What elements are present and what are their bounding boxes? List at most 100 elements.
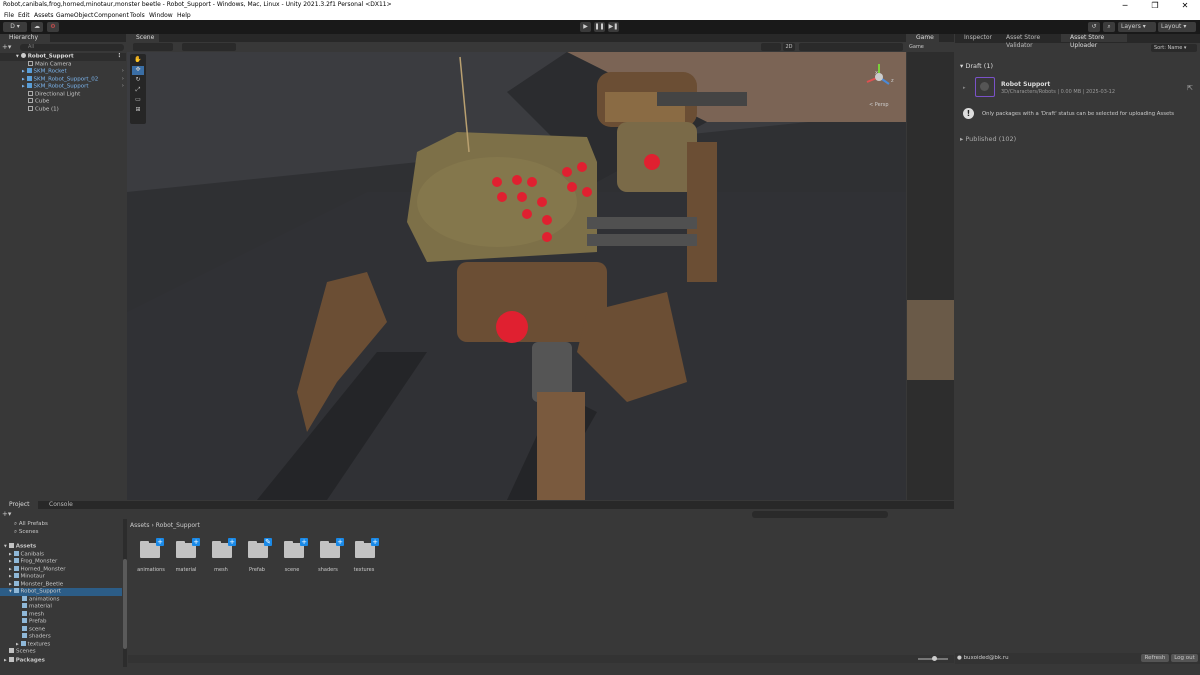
refresh-button[interactable]: Refresh: [1141, 654, 1169, 662]
favorite-item[interactable]: ⌕ Scenes: [14, 529, 38, 537]
tree-folder[interactable]: ▸ Canibals: [9, 550, 44, 559]
hierarchy-item[interactable]: Directional Light: [28, 90, 80, 99]
transform-tool-icon[interactable]: ⊞: [132, 106, 144, 115]
folder-textures[interactable]: +: [355, 538, 379, 558]
folder-shaders[interactable]: +: [320, 538, 344, 558]
tab-hierarchy[interactable]: Hierarchy: [0, 34, 50, 42]
breadcrumb-assets[interactable]: Assets: [130, 522, 150, 529]
tree-folder-selected[interactable]: ▾ Robot_Support: [0, 588, 122, 596]
scale-tool-icon[interactable]: ⤢: [132, 86, 144, 95]
menu-help[interactable]: Help: [177, 12, 191, 19]
project-add-icon[interactable]: +▾: [2, 510, 11, 518]
folder-material[interactable]: +: [176, 538, 200, 558]
tree-folder[interactable]: ▸ Minotaur: [9, 573, 45, 581]
menu-file[interactable]: File: [4, 12, 14, 19]
tab-scene[interactable]: Scene: [127, 34, 159, 42]
scene-viewport[interactable]: x z < Persp: [127, 52, 906, 500]
shading-mode-dropdown[interactable]: [761, 43, 781, 51]
zoom-slider-handle[interactable]: [932, 656, 937, 661]
prefab-icon: [26, 83, 32, 88]
hierarchy-panel: Hierarchy +▾ All ▾ Robot_Support ⋮ Main C…: [0, 34, 126, 500]
menu-gameobject[interactable]: GameObject: [56, 12, 93, 19]
step-button[interactable]: ▶❚: [608, 22, 619, 32]
tab-inspector[interactable]: Inspector: [955, 34, 997, 42]
pause-button[interactable]: ❚❚: [594, 22, 605, 32]
logout-button[interactable]: Log out: [1171, 654, 1198, 662]
hierarchy-item[interactable]: Cube (1): [28, 105, 59, 114]
gizmo-z-label: z: [891, 78, 894, 84]
hierarchy-item[interactable]: Main Camera: [28, 60, 71, 69]
folder-mesh[interactable]: +: [212, 538, 236, 558]
layout-dropdown[interactable]: Layout ▾: [1158, 22, 1196, 32]
2d-toggle[interactable]: 2D: [783, 43, 795, 51]
hierarchy-item[interactable]: ▸ SKM_Rocket ›: [22, 68, 126, 76]
tree-subfolder[interactable]: mesh: [22, 610, 44, 619]
search-icon[interactable]: ⌕: [1103, 22, 1115, 32]
scene-view-options[interactable]: [799, 43, 903, 51]
game-viewport: [907, 52, 954, 500]
tree-subfolder[interactable]: animations: [22, 595, 60, 604]
game-display-dropdown[interactable]: Game: [909, 44, 951, 51]
expand-chevron-icon[interactable]: ▸: [963, 85, 966, 91]
favorite-item[interactable]: ⌕ All Prefabs: [14, 521, 48, 529]
hierarchy-item[interactable]: ▸ SKM_Robot_Support_02 ›: [22, 75, 126, 84]
hand-tool-icon[interactable]: ✋: [132, 56, 144, 65]
grid-snap-controls[interactable]: [182, 43, 236, 51]
tree-folder[interactable]: ▸ Horned_Monster: [9, 565, 66, 574]
tree-subfolder[interactable]: Prefab: [22, 618, 47, 626]
move-tool-icon[interactable]: ✥: [132, 66, 144, 75]
draft-header[interactable]: ▾ Draft (1): [960, 62, 993, 70]
tree-subfolder[interactable]: scene: [22, 625, 45, 634]
tree-folder[interactable]: ▸ Monster_Beetle: [9, 580, 63, 589]
rotate-tool-icon[interactable]: ↻: [132, 76, 144, 85]
account-dropdown[interactable]: D ▾: [3, 22, 27, 32]
history-icon[interactable]: ↺: [1088, 22, 1100, 32]
tab-project[interactable]: Project: [0, 501, 38, 509]
folder-label: material: [175, 567, 197, 573]
folder-scene[interactable]: +: [284, 538, 308, 558]
tab-console[interactable]: Console: [40, 501, 78, 509]
sort-dropdown[interactable]: Sort: Name ▾: [1151, 44, 1197, 52]
folder-label: scene: [284, 567, 300, 573]
hierarchy-item[interactable]: ▸ SKM_Robot_Support ›: [22, 83, 126, 91]
tab-game[interactable]: Game: [907, 34, 939, 42]
tree-subfolder[interactable]: shaders: [22, 633, 51, 641]
open-external-icon[interactable]: ⇱: [1187, 84, 1193, 92]
inspector-panel: Inspector Asset Store Validator Asset St…: [955, 34, 1200, 675]
close-button[interactable]: ✕: [1170, 0, 1200, 11]
breadcrumb-robot-support[interactable]: Robot_Support: [156, 522, 200, 529]
minimize-button[interactable]: ─: [1110, 0, 1140, 11]
add-icon[interactable]: +▾: [2, 44, 16, 51]
tree-folder[interactable]: Scenes: [9, 648, 36, 656]
tab-asset-store-validator[interactable]: Asset Store Validator: [997, 34, 1061, 49]
folder-prefab[interactable]: ✎: [248, 538, 272, 558]
tab-asset-store-uploader[interactable]: Asset Store Uploader: [1061, 34, 1127, 49]
menu-component[interactable]: Component: [94, 12, 129, 19]
tree-folder[interactable]: ▸ Frog_Monster: [9, 558, 57, 566]
layers-dropdown[interactable]: Layers ▾: [1118, 22, 1156, 32]
cloud-icon[interactable]: ☁: [31, 22, 43, 32]
scene-root-row[interactable]: ▾ Robot_Support ⋮: [0, 53, 126, 61]
tool-handle-dropdown[interactable]: [133, 43, 173, 51]
maximize-button[interactable]: ❐: [1140, 0, 1170, 11]
play-button[interactable]: ▶: [580, 22, 591, 32]
menu-assets[interactable]: Assets: [34, 12, 54, 19]
rect-tool-icon[interactable]: ▭: [132, 96, 144, 105]
menu-tools[interactable]: Tools: [130, 12, 145, 19]
project-search-input[interactable]: [752, 511, 888, 518]
packages-root[interactable]: ▸ Packages: [4, 657, 45, 665]
folder-icon: [22, 625, 27, 631]
game-render-preview: [907, 300, 954, 380]
tree-scrollbar[interactable]: [123, 519, 127, 667]
menu-edit[interactable]: Edit: [18, 12, 30, 19]
published-header[interactable]: ▸ Published (102): [960, 135, 1016, 143]
hierarchy-search-input[interactable]: All: [20, 44, 124, 51]
folder-icon: [13, 580, 19, 586]
menu-window[interactable]: Window: [149, 12, 173, 19]
assets-root[interactable]: ▾ Assets: [4, 543, 36, 551]
tree-subfolder[interactable]: ▸ textures: [16, 640, 50, 649]
folder-animations[interactable]: +: [140, 538, 164, 558]
hierarchy-item[interactable]: Cube: [28, 98, 49, 106]
tree-subfolder[interactable]: material: [22, 603, 52, 611]
collab-icon[interactable]: ⚙: [47, 22, 59, 32]
